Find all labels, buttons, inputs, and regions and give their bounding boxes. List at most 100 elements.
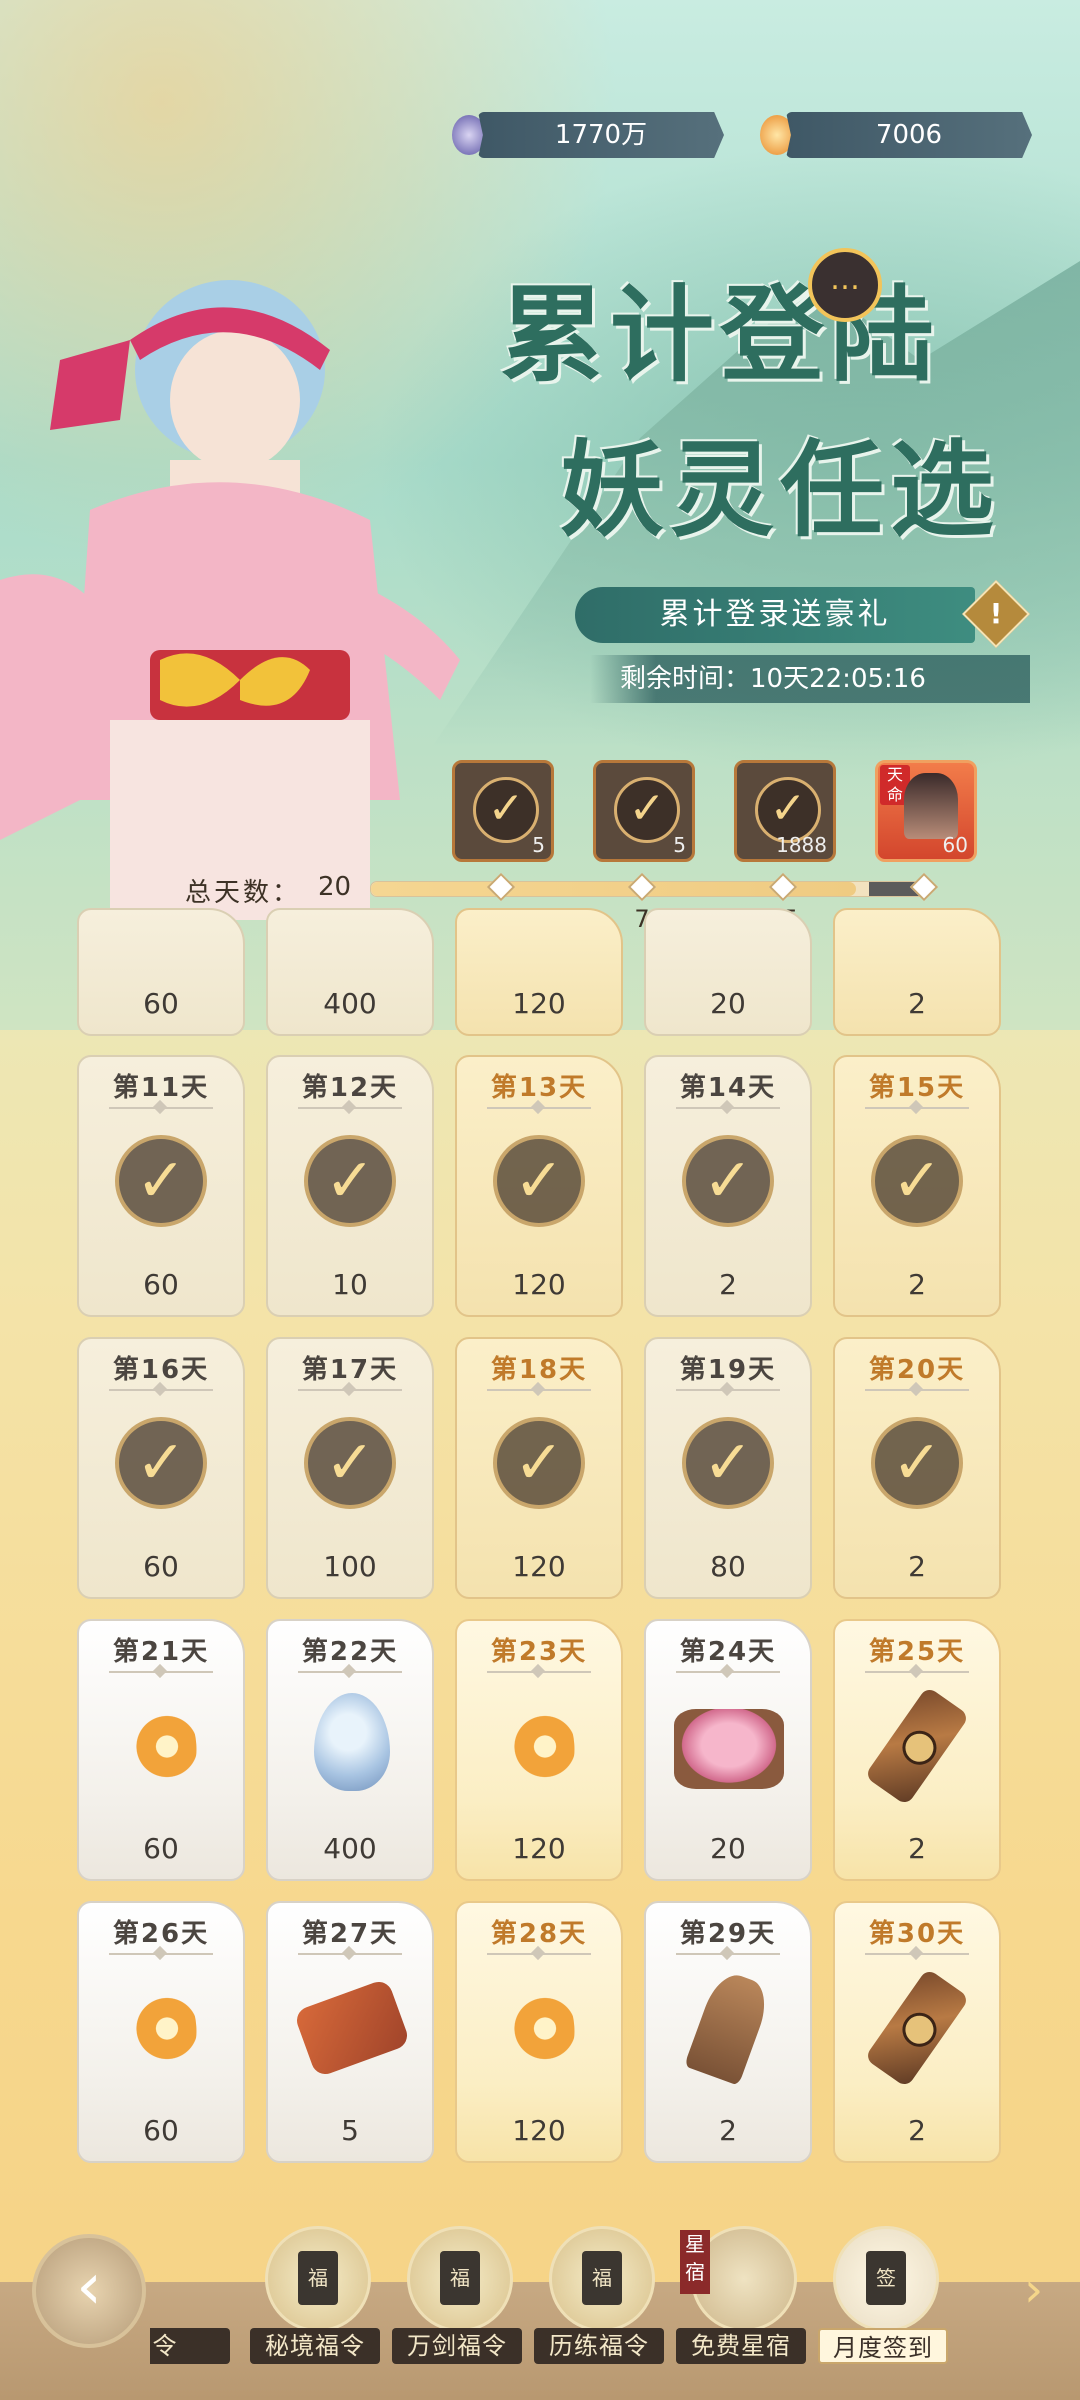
- reward-qty: 60: [143, 1832, 179, 1865]
- back-arrow-icon[interactable]: ‹: [32, 2234, 146, 2348]
- reward-qty: 60: [143, 2114, 179, 2147]
- day-card[interactable]: 第23天 120: [455, 1619, 623, 1881]
- divider: [676, 1671, 780, 1673]
- day-card[interactable]: 第29天 2: [644, 1901, 812, 2163]
- tab-label: 历练福令: [534, 2328, 664, 2364]
- day-card[interactable]: 第24天 20: [644, 1619, 812, 1881]
- day-label: 第20天: [868, 1355, 966, 1385]
- day-card[interactable]: 第19天 ✓ 80: [644, 1337, 812, 1599]
- reward-qty: 120: [512, 987, 566, 1020]
- total-days-label: 总天数：: [185, 878, 302, 908]
- next-arrow-icon[interactable]: ›: [1024, 2262, 1043, 2318]
- reward-qty: 2: [908, 987, 926, 1020]
- tab-training[interactable]: 福 历练福令: [534, 2220, 664, 2370]
- reward-qty: 5: [341, 2114, 359, 2147]
- divider: [298, 1389, 402, 1391]
- day-label: 第29天: [679, 1919, 777, 1949]
- day-label: 第17天: [301, 1355, 399, 1385]
- day-card[interactable]: 第16天 ✓ 60: [77, 1337, 245, 1599]
- day-card-partial[interactable]: 120: [455, 908, 623, 1036]
- reward-qty: 2: [908, 1832, 926, 1865]
- divider: [676, 1953, 780, 1955]
- day-card-partial[interactable]: 20: [644, 908, 812, 1036]
- day-card[interactable]: 第18天 ✓ 120: [455, 1337, 623, 1599]
- milestone-reward-3[interactable]: ✓ 1888: [734, 760, 836, 862]
- day-card[interactable]: 第22天 400: [266, 1619, 434, 1881]
- claimed-check-icon: ✓: [115, 1417, 207, 1509]
- reward-qty: 2: [908, 1268, 926, 1301]
- day-card[interactable]: 第15天 ✓ 2: [833, 1055, 1001, 1317]
- day-card[interactable]: 第20天 ✓ 2: [833, 1337, 1001, 1599]
- day-card[interactable]: 第30天 2: [833, 1901, 1001, 2163]
- day-card[interactable]: 第25天 2: [833, 1619, 1001, 1881]
- divider: [487, 1671, 591, 1673]
- flame-currency-display: 7006: [786, 112, 1032, 158]
- divider: [676, 1389, 780, 1391]
- divider: [487, 1389, 591, 1391]
- day-card[interactable]: 第27天 5: [266, 1901, 434, 2163]
- day-label: 第19天: [679, 1355, 777, 1385]
- tab-monthly-checkin[interactable]: 签 月度签到: [818, 2220, 948, 2370]
- claimed-check-icon: ✓: [473, 777, 539, 843]
- milestone-reward-2[interactable]: ✓ 5: [593, 760, 695, 862]
- claimed-check-icon: ✓: [304, 1417, 396, 1509]
- day-card[interactable]: 第12天 ✓ 10: [266, 1055, 434, 1317]
- tab-partial[interactable]: 令: [150, 2220, 230, 2370]
- divider: [298, 1107, 402, 1109]
- milestone-qty: 1888: [776, 833, 827, 857]
- constellation-badge: 星宿: [680, 2230, 710, 2294]
- day-card[interactable]: 第14天 ✓ 2: [644, 1055, 812, 1317]
- day-label: 第11天: [112, 1073, 210, 1103]
- reward-qty: 120: [512, 1550, 566, 1583]
- fortune-token-glyph: 福: [298, 2251, 338, 2305]
- reward-qty: 2: [908, 1550, 926, 1583]
- character-illustration: [0, 280, 460, 920]
- fortune-token-icon: 福: [265, 2226, 371, 2332]
- claimed-check-icon: ✓: [304, 1135, 396, 1227]
- claimed-check-icon: ✓: [493, 1135, 585, 1227]
- egg-item-icon: [314, 1693, 390, 1791]
- chat-bubble-icon[interactable]: …: [808, 248, 882, 322]
- claimed-check-icon: ✓: [871, 1135, 963, 1227]
- tab-secret-realm[interactable]: 福 秘境福令: [250, 2220, 380, 2370]
- scroll-item-icon: [864, 1686, 970, 1806]
- claimed-check-icon: ✓: [493, 1417, 585, 1509]
- divider: [109, 1671, 213, 1673]
- tab-ten-thousand-swords[interactable]: 福 万剑福令: [392, 2220, 522, 2370]
- reward-qty: 80: [710, 1550, 746, 1583]
- day-card[interactable]: 第28天 120: [455, 1901, 623, 2163]
- milestone-reward-1[interactable]: ✓ 5: [452, 760, 554, 862]
- day-card-partial[interactable]: 2: [833, 908, 1001, 1036]
- tab-free-constellation[interactable]: 星宿 免费星宿: [676, 2220, 806, 2370]
- silver-currency-display: 1770万: [478, 112, 724, 158]
- day-card[interactable]: 第13天 ✓ 120: [455, 1055, 623, 1317]
- day-card[interactable]: 第21天 60: [77, 1619, 245, 1881]
- day-card[interactable]: 第26天 60: [77, 1901, 245, 2163]
- reward-qty: 10: [332, 1268, 368, 1301]
- divider: [865, 1389, 969, 1391]
- reward-qty: 60: [143, 1268, 179, 1301]
- flame-amount: 7006: [875, 120, 943, 150]
- silver-amount: 1770万: [554, 120, 648, 150]
- divider: [487, 1953, 591, 1955]
- milestone-reward-4[interactable]: 天命 60: [875, 760, 977, 862]
- milestone-qty: 5: [532, 833, 545, 857]
- cannon-item-icon: [293, 1978, 411, 2078]
- day-card[interactable]: 第11天 ✓ 60: [77, 1055, 245, 1317]
- reward-qty: 120: [512, 2114, 566, 2147]
- day-label: 第18天: [490, 1355, 588, 1385]
- divider: [487, 1107, 591, 1109]
- day-card-partial[interactable]: 400: [266, 908, 434, 1036]
- claimed-check-icon: ✓: [614, 777, 680, 843]
- fortune-token-icon: 福: [407, 2226, 513, 2332]
- day-card-partial[interactable]: 60: [77, 908, 245, 1036]
- reward-qty: 60: [143, 1550, 179, 1583]
- reward-qty: 100: [323, 1550, 377, 1583]
- flame-item-icon: [112, 1966, 212, 2084]
- tab-label: 免费星宿: [676, 2328, 806, 2364]
- day-label: 第26天: [112, 1919, 210, 1949]
- divider: [865, 1953, 969, 1955]
- day-card[interactable]: 第17天 ✓ 100: [266, 1337, 434, 1599]
- reward-qty: 20: [710, 987, 746, 1020]
- remaining-time-bar: 剩余时间：10天22:05:16: [590, 655, 1030, 703]
